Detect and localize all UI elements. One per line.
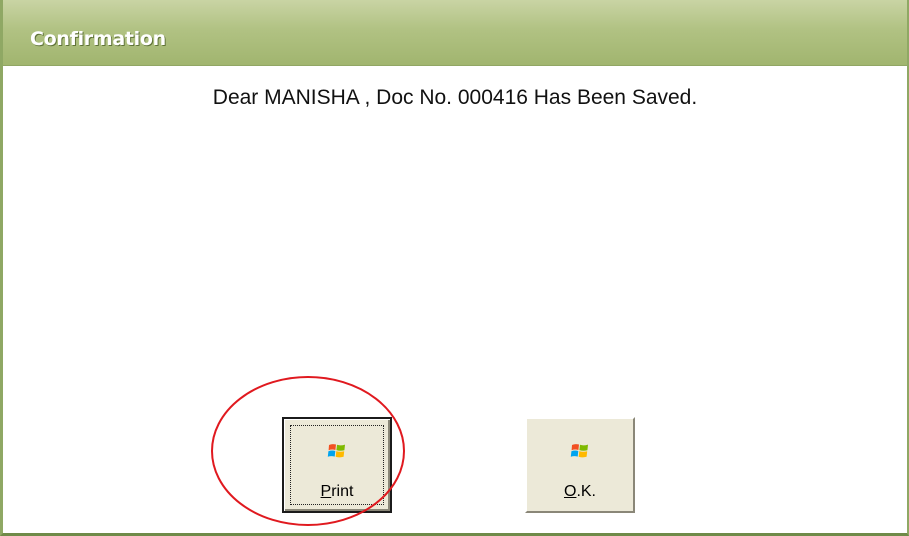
ok-button[interactable]: O.K. xyxy=(525,417,635,513)
windows-flag-icon xyxy=(570,441,590,461)
print-button[interactable]: Print xyxy=(282,417,392,513)
window-title: Confirmation xyxy=(30,28,166,50)
windows-flag-icon xyxy=(327,441,347,461)
dialog-body: Dear MANISHA , Doc No. 000416 Has Been S… xyxy=(3,66,907,533)
print-button-label: Print xyxy=(320,483,354,500)
title-bar[interactable]: Confirmation xyxy=(3,0,907,66)
ok-button-label: O.K. xyxy=(563,483,596,500)
confirmation-message: Dear MANISHA , Doc No. 000416 Has Been S… xyxy=(212,86,698,109)
confirmation-dialog: Confirmation Dear MANISHA , Doc No. 0004… xyxy=(0,0,909,536)
